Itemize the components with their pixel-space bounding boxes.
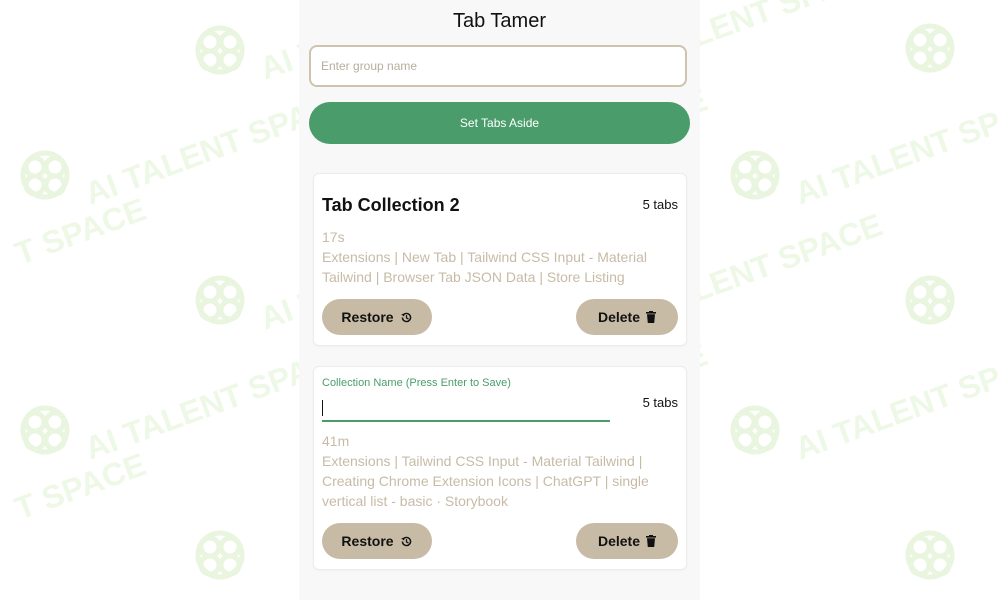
group-name-input[interactable] (309, 45, 687, 87)
watermark-text: T SPACE (10, 446, 150, 526)
watermark-text: AI TALENT SPACE (790, 81, 1000, 211)
tabs-list: Extensions | New Tab | Tailwind CSS Inpu… (322, 249, 648, 285)
tabs-list: Extensions | Tailwind CSS Input - Materi… (322, 453, 649, 509)
history-icon (400, 311, 413, 324)
watermark-text: AI TALENT SPACE (790, 336, 1000, 466)
trash-icon (646, 535, 657, 547)
time-ago: 17s (322, 229, 345, 245)
collection-name-label: Collection Name (Press Enter to Save) (322, 377, 511, 389)
collection-name-input[interactable] (322, 395, 610, 422)
history-icon (400, 535, 413, 548)
delete-label: Delete (597, 533, 641, 549)
tab-collection-card: Tab Collection 2 5 tabs 17s Extensions |… (313, 173, 687, 346)
trash-icon (646, 311, 657, 323)
restore-label: Restore (341, 309, 394, 325)
time-ago: 41m (322, 433, 350, 449)
tab-collection-card: Collection Name (Press Enter to Save) 5 … (313, 366, 687, 570)
watermark-text: T SPACE (10, 191, 150, 271)
app-title: Tab Tamer (452, 10, 546, 32)
restore-button[interactable]: Restore (322, 299, 432, 335)
delete-button[interactable]: Delete (576, 299, 678, 335)
tab-count: 5 tabs (642, 197, 678, 212)
delete-button[interactable]: Delete (576, 523, 678, 559)
delete-label: Delete (597, 309, 641, 325)
collection-title[interactable]: Tab Collection 2 (322, 195, 460, 216)
restore-button[interactable]: Restore (322, 523, 432, 559)
tab-count: 5 tabs (642, 395, 678, 410)
restore-label: Restore (341, 533, 394, 549)
text-caret (322, 400, 323, 416)
set-tabs-aside-button[interactable]: Set Tabs Aside (309, 102, 690, 144)
popup-panel: Tab Tamer Set Tabs Aside Tab Collection … (299, 0, 700, 600)
app-window: AI TALENT SPACE AI TALENT SPACE AI TALEN… (0, 0, 1000, 600)
